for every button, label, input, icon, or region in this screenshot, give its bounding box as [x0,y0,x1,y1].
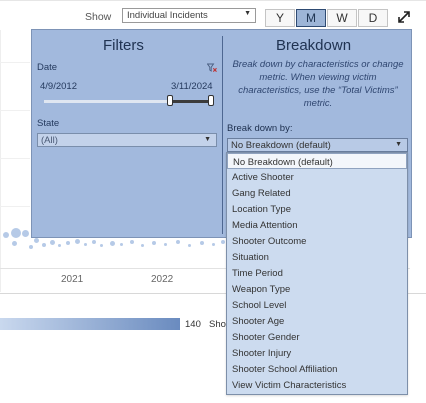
state-select[interactable]: (All) ▼ [37,133,217,147]
incident-dot [66,241,70,245]
breakdown-select[interactable]: No Breakdown (default) ▼ [227,138,408,152]
date-range-end: 3/11/2024 [171,81,213,92]
incident-dot [3,232,9,238]
incident-dot [29,245,33,249]
state-select-value: (All) [41,135,58,146]
x-tick-label: 2022 [151,274,174,285]
dropdown-option-shooter-injury[interactable]: Shooter Injury [227,345,407,361]
incident-dot [11,228,21,238]
dropdown-option-shooter-school-affiliation[interactable]: Shooter School Affiliation [227,361,407,377]
incident-dot [34,238,39,243]
show-select-value: Individual Incidents [127,10,208,21]
x-tick-label: 2021 [61,274,84,285]
panel-divider [222,36,223,234]
incident-dot [100,244,103,247]
dropdown-option-shooter-outcome[interactable]: Shooter Outcome [227,233,407,249]
dropdown-option-time-period[interactable]: Time Period [227,265,407,281]
dropdown-option-no-breakdown[interactable]: No Breakdown (default) [227,153,407,169]
incident-dot [130,240,134,244]
incident-dot [120,243,123,246]
date-slider-start-handle[interactable] [167,95,173,106]
incident-dot [42,243,46,247]
incident-dot [22,230,29,237]
dropdown-option-location-type[interactable]: Location Type [227,201,407,217]
top-rule [0,0,426,1]
period-year-button[interactable]: Y [265,9,295,27]
incident-dot [50,240,55,245]
incident-dot [176,240,180,244]
incident-dot [221,240,225,244]
color-legend-max: 140 [185,319,201,330]
chevron-down-icon: ▼ [395,141,402,148]
incident-dot [152,241,156,245]
incident-dot [75,239,80,244]
breakdown-description: Break down by characteristics or change … [232,59,404,109]
state-label: State [37,118,60,129]
dropdown-option-shooter-gender[interactable]: Shooter Gender [227,329,407,345]
incident-dot [12,241,17,246]
gridline [0,158,30,159]
incident-dot [92,240,96,244]
period-toggle-group: Y M W D [265,9,389,27]
legend-title-partial: Sho [209,319,226,330]
dropdown-option-gang-related[interactable]: Gang Related [227,185,407,201]
dropdown-option-shooter-age[interactable]: Shooter Age [227,313,407,329]
incident-dot [212,243,215,246]
date-label: Date [37,62,58,73]
incident-dot [188,244,191,247]
incident-dot [141,244,144,247]
date-slider-end-handle[interactable] [208,95,214,106]
chevron-down-icon: ▼ [244,10,251,17]
filters-title: Filters [103,37,144,54]
incident-dot [200,241,204,245]
dropdown-option-situation[interactable]: Situation [227,249,407,265]
period-week-button[interactable]: W [327,9,357,27]
dropdown-option-view-victim-characteristics[interactable]: View Victim Characteristics [227,377,407,393]
date-slider-range [170,100,212,103]
dropdown-option-school-level[interactable]: School Level [227,297,407,313]
dropdown-option-weapon-type[interactable]: Weapon Type [227,281,407,297]
breakdown-dropdown-list: No Breakdown (default) Active Shooter Ga… [226,152,408,395]
period-day-button[interactable]: D [358,9,388,27]
incident-dot [164,243,167,246]
dropdown-option-active-shooter[interactable]: Active Shooter [227,169,407,185]
dropdown-option-media-attention[interactable]: Media Attention [227,217,407,233]
filter-clear-icon[interactable] [207,63,217,73]
date-range-start: 4/9/2012 [40,81,77,92]
expand-icon[interactable] [397,10,411,24]
breakdown-title: Breakdown [276,37,352,54]
show-select[interactable]: Individual Incidents ▼ [122,8,256,23]
chart-left-border [0,30,1,292]
incident-dot [110,241,115,246]
breakdown-label: Break down by: [227,123,293,134]
chevron-down-icon: ▼ [204,136,211,143]
period-month-button[interactable]: M [296,9,326,27]
breakdown-select-value: No Breakdown (default) [231,140,331,151]
gridline [0,110,30,111]
color-legend-bar [0,318,180,330]
incident-dot [84,243,87,246]
gridline [0,62,30,63]
show-label: Show [85,11,112,23]
gridline [0,206,30,207]
incident-dot [58,244,61,247]
